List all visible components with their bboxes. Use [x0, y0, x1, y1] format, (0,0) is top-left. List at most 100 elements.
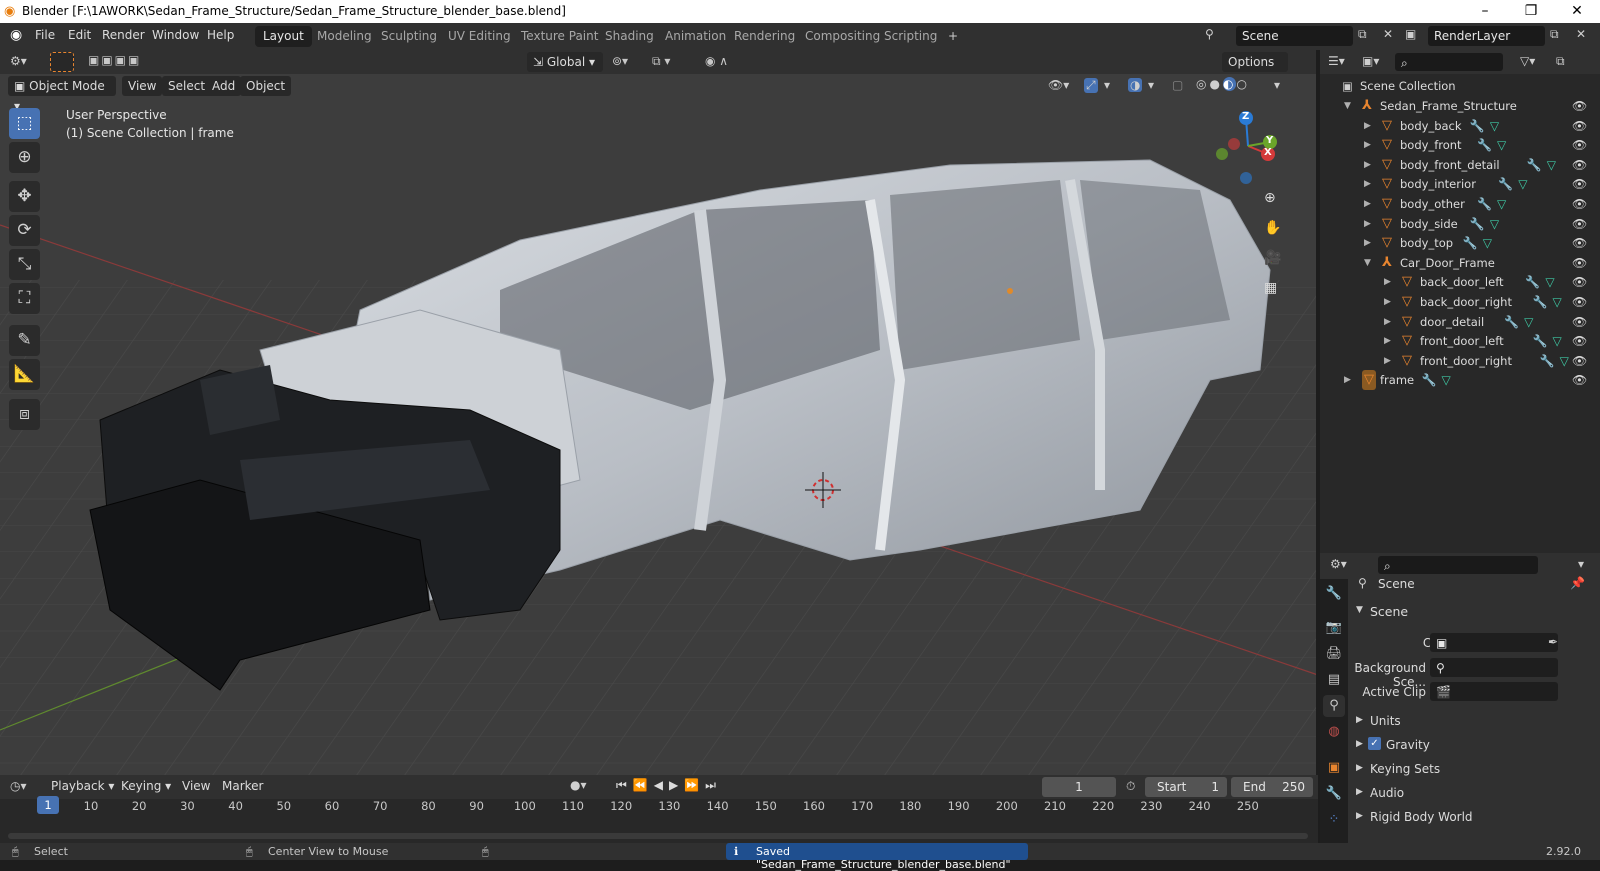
tab-uv-editing[interactable]: UV Editing	[440, 26, 519, 47]
world-tab-icon[interactable]: ◍	[1323, 721, 1345, 743]
modifier-tab-icon[interactable]: 🔧	[1323, 783, 1345, 805]
scale-tool-icon[interactable]: ⤡	[9, 249, 40, 280]
outliner-row[interactable]: ▶ ▽ front_door_left 🔧 ▽ 👁	[1320, 331, 1600, 351]
visibility-eye-icon[interactable]: 👁	[1572, 331, 1587, 351]
visibility-eye-icon[interactable]: 👁	[1572, 233, 1587, 253]
outliner-row[interactable]: ▶ ▽ back_door_right 🔧 ▽ 👁	[1320, 292, 1600, 312]
visibility-icon[interactable]: 👁▾	[1048, 78, 1069, 92]
minimize-icon[interactable]: –	[1462, 0, 1508, 23]
outliner-row[interactable]: ▶ ▽ front_door_right 🔧 ▽ 👁	[1320, 351, 1600, 371]
outliner-row[interactable]: ▶ ▽ body_front_detail 🔧 ▽ 👁	[1320, 155, 1600, 175]
selection-mode-icons[interactable]: ▣▣▣▣	[88, 53, 141, 67]
mesh-data-icon[interactable]: ▽	[1524, 312, 1533, 332]
tab-modeling[interactable]: Modeling	[309, 26, 380, 47]
menu-render[interactable]: Render	[102, 28, 145, 42]
mesh-object-icon[interactable]: ▽	[1402, 312, 1412, 332]
visibility-eye-icon[interactable]: 👁	[1572, 135, 1587, 155]
menu-help[interactable]: Help	[207, 28, 234, 42]
mesh-object-icon[interactable]: ▽	[1382, 233, 1392, 253]
mesh-object-icon[interactable]: ▽	[1402, 331, 1412, 351]
outliner-row[interactable]: ▶ ▽ body_front 🔧 ▽ 👁	[1320, 135, 1600, 155]
outliner-row[interactable]: ▶ ▽ door_detail 🔧 ▽ 👁	[1320, 312, 1600, 332]
modifier-icon[interactable]: 🔧	[1527, 155, 1542, 175]
modifier-icon[interactable]: 🔧	[1470, 214, 1485, 234]
particles-tab-icon[interactable]: ⁘	[1323, 809, 1345, 831]
modifier-icon[interactable]: 🔧	[1477, 194, 1492, 214]
pan-hand-icon[interactable]: ✋	[1264, 220, 1281, 236]
modifier-icon[interactable]: 🔧	[1525, 272, 1540, 292]
outliner-row[interactable]: ▶ ▽ body_other 🔧 ▽ 👁	[1320, 194, 1600, 214]
3d-viewport[interactable]: ⚙▾ ▣▣▣▣ ⇲ Global ▾ ⊚▾ ⧉ ▾ ◉ ∧ Options ▾ …	[0, 50, 1318, 775]
menu-edit[interactable]: Edit	[68, 28, 91, 42]
expand-arrow-icon[interactable]: ▶	[1384, 351, 1391, 371]
visibility-eye-icon[interactable]: 👁	[1572, 194, 1587, 214]
units-panel-header[interactable]: ▶ Units	[1352, 711, 1600, 733]
mesh-data-icon[interactable]: ▽	[1442, 370, 1451, 390]
outliner-search-input[interactable]: ⌕	[1395, 53, 1503, 71]
modifier-icon[interactable]: 🔧	[1470, 116, 1485, 136]
view-layer-icon[interactable]: ▣	[1405, 27, 1416, 41]
modifier-icon[interactable]: 🔧	[1498, 174, 1513, 194]
tab-texture-paint[interactable]: Texture Paint	[513, 26, 606, 47]
timeline-scrollbar[interactable]	[8, 833, 1308, 839]
select-box-icon[interactable]	[50, 52, 74, 72]
expand-arrow-icon[interactable]: ▶	[1364, 174, 1371, 194]
modifier-icon[interactable]: 🔧	[1533, 331, 1548, 351]
select-tool-icon[interactable]: ⬚	[9, 108, 40, 139]
ortho-toggle-icon[interactable]: ▦	[1264, 280, 1277, 296]
outliner-root-row[interactable]: ▣ Scene Collection	[1320, 76, 1600, 96]
tab-shading[interactable]: Shading	[597, 26, 662, 47]
mesh-object-icon[interactable]: ▽	[1362, 370, 1376, 391]
visibility-eye-icon[interactable]: 👁	[1572, 272, 1587, 292]
select-menu[interactable]: Select	[162, 76, 212, 96]
xray-icon[interactable]: ▢	[1172, 78, 1183, 92]
annotate-tool-icon[interactable]: ✎	[9, 325, 40, 356]
mesh-object-icon[interactable]: ▽	[1382, 194, 1392, 214]
render-layer-field[interactable]: RenderLayer	[1428, 26, 1545, 46]
object-menu[interactable]: Object	[240, 76, 292, 96]
tab-rendering[interactable]: Rendering	[726, 26, 803, 47]
mesh-data-icon[interactable]: ▽	[1547, 155, 1556, 175]
tab-sculpting[interactable]: Sculpting	[373, 26, 445, 47]
menu-window[interactable]: Window	[152, 28, 199, 42]
properties-options-icon[interactable]: ▾	[1578, 557, 1584, 571]
mesh-object-icon[interactable]: ▽	[1382, 155, 1392, 175]
menu-file[interactable]: File	[35, 28, 55, 42]
keying-sets-panel-header[interactable]: ▶ Keying Sets	[1352, 759, 1600, 781]
blender-menu-icon[interactable]: ◉	[10, 27, 22, 43]
zoom-icon[interactable]: ⊕	[1264, 190, 1276, 206]
expand-arrow-icon[interactable]: ▶	[1364, 155, 1371, 175]
outliner-row[interactable]: ▶ ▽ body_back 🔧 ▽ 👁	[1320, 116, 1600, 136]
tool-tab-icon[interactable]: 🔧	[1323, 583, 1345, 605]
properties-editor-icon[interactable]: ⚙▾	[1330, 557, 1347, 571]
transform-orientation-dropdown[interactable]: ⇲ Global ▾	[527, 52, 603, 72]
new-scene-icon[interactable]: ⧉	[1358, 27, 1367, 42]
audio-panel-header[interactable]: ▶ Audio	[1352, 783, 1600, 805]
gravity-checkbox[interactable]: ✓	[1368, 737, 1381, 750]
mesh-data-icon[interactable]: ▽	[1483, 233, 1492, 253]
expand-arrow-icon[interactable]: ▶	[1384, 272, 1391, 292]
expand-arrow-icon[interactable]: ▶	[1364, 116, 1371, 136]
outliner-row[interactable]: ▶ ▽ body_side 🔧 ▽ 👁	[1320, 214, 1600, 234]
rotate-tool-icon[interactable]: ⟳	[9, 215, 40, 246]
modifier-icon[interactable]: 🔧	[1504, 312, 1519, 332]
snap-icon[interactable]: ⧉ ▾	[652, 54, 670, 69]
expand-arrow-icon[interactable]: ▶	[1364, 214, 1371, 234]
empty-object-icon[interactable]: ⅄	[1382, 253, 1392, 273]
mesh-object-icon[interactable]: ▽	[1382, 174, 1392, 194]
outliner-row[interactable]: ▶ ▽ frame 🔧 ▽ 👁	[1320, 370, 1600, 391]
mode-dropdown[interactable]: ▣ Object Mode ▾	[8, 76, 116, 113]
visibility-eye-icon[interactable]: 👁	[1572, 96, 1587, 116]
add-cube-tool-icon[interactable]: ⧈	[9, 399, 40, 430]
visibility-eye-icon[interactable]: 👁	[1572, 292, 1587, 312]
measure-tool-icon[interactable]: 📐	[9, 359, 40, 390]
shading-mode-icons[interactable]: ◎●◐○	[1196, 77, 1250, 91]
outliner-row[interactable]: ▶ ▽ back_door_left 🔧 ▽ 👁	[1320, 272, 1600, 292]
object-tab-icon[interactable]: ▣	[1323, 757, 1345, 779]
visibility-eye-icon[interactable]: 👁	[1572, 155, 1587, 175]
remove-view-layer-icon[interactable]: ✕	[1576, 27, 1586, 41]
expand-arrow-icon[interactable]: ▶	[1364, 135, 1371, 155]
display-mode-icon[interactable]: ▣▾	[1362, 54, 1379, 68]
rigid-body-world-panel-header[interactable]: ▶ Rigid Body World	[1352, 807, 1600, 829]
mesh-object-icon[interactable]: ▽	[1382, 135, 1392, 155]
